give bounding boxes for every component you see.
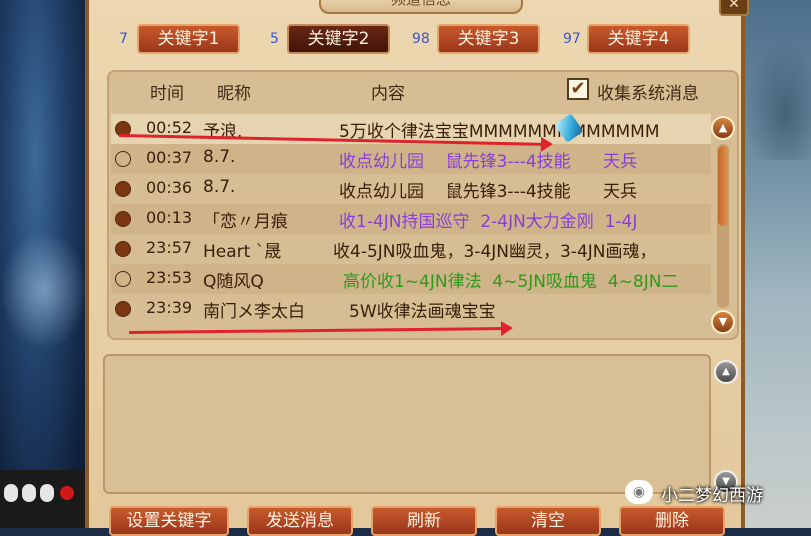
message-time: 23:57 bbox=[146, 238, 193, 257]
delete-button[interactable]: 删除 bbox=[619, 506, 725, 536]
scroll-up-icon[interactable]: ▲ bbox=[711, 116, 735, 140]
keyword-count: 5 bbox=[270, 31, 279, 47]
message-panel: 时间 昵称 内容 ✔ 收集系统消息 00:52 予浪. 5万收个律法宝宝MMMM… bbox=[107, 70, 739, 340]
keyword-bar: 7 关键字1 5 关键字2 98 关键字3 97 关键字4 bbox=[89, 20, 741, 60]
set-keyword-button[interactable]: 设置关键字 bbox=[109, 506, 229, 536]
red-emblem bbox=[60, 486, 74, 500]
keyword-tab-4[interactable]: 关键字4 bbox=[587, 24, 690, 54]
collect-system-checkbox[interactable]: ✔ bbox=[567, 78, 589, 100]
message-time: 00:37 bbox=[146, 148, 193, 167]
input-scrollbar[interactable]: ▲ ▼ bbox=[714, 360, 738, 494]
collect-system-label: 收集系统消息 bbox=[597, 84, 699, 104]
status-dot-icon bbox=[115, 151, 131, 167]
message-nick: Q随风Q bbox=[203, 272, 264, 292]
refresh-button[interactable]: 刷新 bbox=[371, 506, 477, 536]
watermark-text: 小二梦幻西游 bbox=[661, 486, 763, 506]
message-content: 收点幼儿园 鼠先锋3---4技能 天兵 bbox=[339, 182, 638, 202]
message-content: 收点幼儿园 鼠先锋3---4技能 天兵 bbox=[339, 152, 638, 172]
message-nick: 8.7. bbox=[203, 177, 236, 197]
message-row[interactable]: 00:37 8.7. 收点幼儿园 鼠先锋3---4技能 天兵 bbox=[111, 144, 711, 174]
waterfall-mist bbox=[0, 230, 88, 350]
message-content: 收4-5JN吸血鬼，3-4JN幽灵，3-4JN画魂， bbox=[333, 242, 657, 262]
scroll-down-icon[interactable]: ▼ bbox=[711, 310, 735, 334]
message-content: 5万收个律法宝宝MMMMMMMMMMMMM bbox=[339, 122, 660, 142]
clear-button[interactable]: 清空 bbox=[495, 506, 601, 536]
status-dot-icon bbox=[115, 271, 131, 287]
player-crowd bbox=[0, 470, 88, 528]
keyword-count: 7 bbox=[119, 31, 128, 47]
keyword-tab-1[interactable]: 关键字1 bbox=[137, 24, 240, 54]
player-sprite bbox=[4, 484, 18, 502]
scroll-up-icon[interactable]: ▲ bbox=[714, 360, 738, 384]
message-input-area[interactable] bbox=[103, 354, 711, 494]
message-row[interactable]: 23:39 南门メ李太白 5W收律法画魂宝宝 bbox=[111, 294, 711, 324]
header-nickname: 昵称 bbox=[217, 84, 251, 104]
watermark: ◉ 小二梦幻西游 bbox=[625, 478, 805, 510]
message-content: 5W收律法画魂宝宝 bbox=[349, 302, 496, 322]
close-button[interactable]: ✕ bbox=[719, 0, 749, 16]
message-row[interactable]: 23:53 Q随风Q 高价收1~4JN律法 4~5JN吸血鬼 4~8JN二 bbox=[111, 264, 711, 294]
message-list[interactable]: 00:52 予浪. 5万收个律法宝宝MMMMMMMMMMMMM 00:37 8.… bbox=[111, 114, 711, 324]
player-sprite bbox=[22, 484, 36, 502]
message-row[interactable]: 00:13 「恋〃月痕 收1-4JN持国巡守 2-4JN大力金刚 1-4J bbox=[111, 204, 711, 234]
message-nick: 8.7. bbox=[203, 147, 236, 167]
channel-info-window: 频道信息 ✕ 7 关键字1 5 关键字2 98 关键字3 97 关键字4 时间 … bbox=[85, 0, 749, 536]
game-background-right bbox=[745, 0, 811, 528]
message-time: 00:13 bbox=[146, 208, 193, 227]
message-nick: Heart `晟 bbox=[203, 242, 282, 262]
status-dot-icon bbox=[115, 211, 131, 227]
game-background-left bbox=[0, 0, 88, 528]
status-dot-icon bbox=[115, 241, 131, 257]
keyword-count: 97 bbox=[563, 31, 581, 47]
message-nick: 「恋〃月痕 bbox=[203, 212, 288, 232]
message-row[interactable]: 23:57 Heart `晟 收4-5JN吸血鬼，3-4JN幽灵，3-4JN画魂… bbox=[111, 234, 711, 264]
status-dot-icon bbox=[115, 301, 131, 317]
keyword-tab-3[interactable]: 关键字3 bbox=[437, 24, 540, 54]
message-nick: 南门メ李太白 bbox=[203, 302, 305, 322]
window-title: 频道信息 bbox=[319, 0, 523, 14]
message-scrollbar[interactable]: ▲ ▼ bbox=[711, 116, 735, 334]
wechat-icon: ◉ bbox=[625, 480, 653, 504]
header-content: 内容 bbox=[371, 84, 405, 104]
scroll-thumb[interactable] bbox=[718, 146, 728, 226]
message-time: 00:36 bbox=[146, 178, 193, 197]
status-dot-icon bbox=[115, 181, 131, 197]
keyword-tab-2[interactable]: 关键字2 bbox=[287, 24, 390, 54]
message-content: 收1-4JN持国巡守 2-4JN大力金刚 1-4J bbox=[339, 212, 638, 232]
message-row[interactable]: 00:36 8.7. 收点幼儿园 鼠先锋3---4技能 天兵 bbox=[111, 174, 711, 204]
hills bbox=[745, 40, 811, 160]
message-time: 23:53 bbox=[146, 268, 193, 287]
message-time: 23:39 bbox=[146, 298, 193, 317]
message-content: 高价收1~4JN律法 4~5JN吸血鬼 4~8JN二 bbox=[343, 272, 679, 292]
player-sprite bbox=[40, 484, 54, 502]
keyword-count: 98 bbox=[412, 31, 430, 47]
header-time: 时间 bbox=[150, 84, 184, 104]
send-message-button[interactable]: 发送消息 bbox=[247, 506, 353, 536]
message-header: 时间 昵称 内容 ✔ 收集系统消息 bbox=[109, 72, 737, 110]
